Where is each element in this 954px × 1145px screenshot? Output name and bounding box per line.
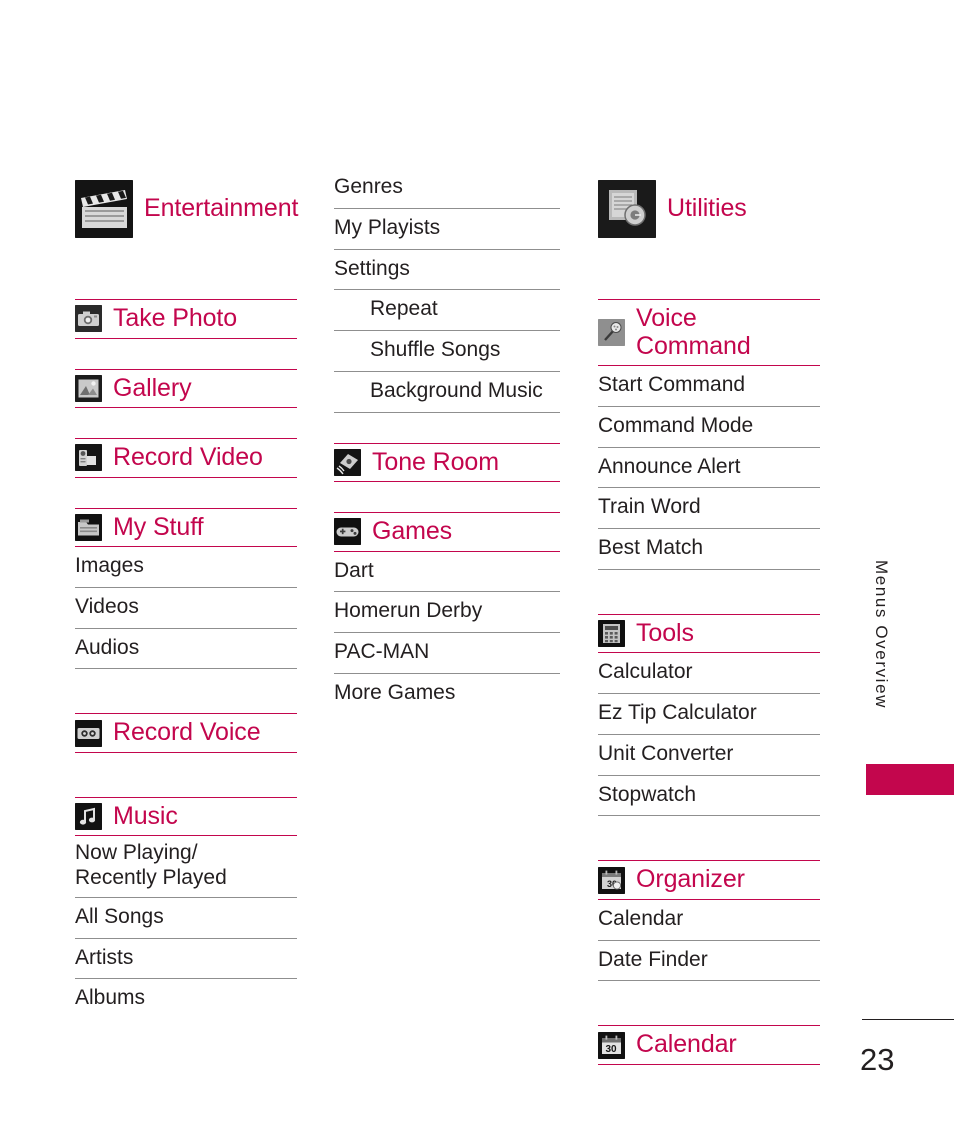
organizer-icon: 30 (598, 866, 625, 894)
section-title: Games (372, 517, 453, 546)
section-header-tone-room: Tone Room (334, 442, 560, 483)
list-item: Announce Alert (598, 448, 820, 489)
list-item: Unit Converter (598, 735, 820, 776)
utilities-icon (598, 180, 656, 238)
folder-icon (75, 513, 102, 541)
list-item: Repeat (334, 290, 560, 332)
section-thumb-label: Menus Overview (872, 560, 891, 709)
list-item: Start Command (598, 366, 820, 407)
list-item: Command Mode (598, 407, 820, 448)
section-title: Tone Room (372, 447, 499, 476)
music-note-icon (75, 803, 102, 831)
calculator-icon (598, 620, 625, 648)
tone-room-icon (334, 448, 361, 476)
section-title: Calendar (636, 1030, 737, 1059)
list-item: Calendar (598, 900, 820, 941)
section-title: Gallery (113, 373, 192, 402)
section-title: Voice Command (636, 304, 751, 360)
section-header-games: Games (334, 512, 560, 552)
section-title: Organizer (636, 865, 745, 894)
section-title: Tools (636, 618, 694, 647)
section-thumb-tab (866, 764, 954, 795)
list-item: Now Playing/ Recently Played (75, 836, 297, 898)
section-header-tools: Tools (598, 613, 820, 654)
section-title: My Stuff (113, 512, 204, 541)
camera-icon (75, 305, 102, 333)
column-middle: Genres My Playists Settings Repeat Shuff… (334, 168, 560, 714)
list-item: More Games (334, 680, 456, 704)
section-header-calendar: 30 Calendar (598, 1025, 820, 1065)
list-item: Settings (334, 250, 560, 291)
list-item: Stopwatch (598, 776, 820, 817)
section-header-music: Music (75, 796, 297, 837)
svg-text:30: 30 (606, 1044, 618, 1055)
column-left: Entertainment Take Photo Gallery Record … (75, 175, 299, 1019)
section-header-record-video: Record Video (75, 438, 297, 478)
list-item: Date Finder (598, 941, 820, 982)
list-item: Train Word (598, 488, 820, 530)
clapperboard-icon (75, 180, 133, 238)
list-item: Dart (334, 552, 560, 593)
gallery-icon (75, 374, 102, 402)
list-item: Albums (75, 986, 146, 1010)
list-item: Images (75, 547, 297, 588)
section-header-voice-command: Voice Command (598, 299, 820, 366)
section-header-gallery: Gallery (75, 368, 297, 408)
section-header-record-voice: Record Voice (75, 713, 297, 753)
section-header-organizer: 30 Organizer (598, 860, 820, 900)
section-title: Entertainment (144, 194, 299, 223)
gamepad-icon (334, 518, 361, 546)
section-header-take-photo: Take Photo (75, 299, 297, 339)
microphone-icon (598, 319, 625, 346)
section-title: Record Video (113, 443, 263, 471)
list-item: Genres (334, 168, 560, 209)
list-item: Videos (75, 588, 297, 629)
section-header-entertainment: Entertainment (75, 175, 299, 243)
section-title: Music (113, 801, 178, 830)
cassette-icon (75, 719, 102, 747)
list-item: Ez Tip Calculator (598, 694, 820, 735)
list-item: Best Match (598, 529, 820, 570)
section-title: Record Voice (113, 718, 261, 747)
list-item: Homerun Derby (334, 592, 560, 634)
camcorder-icon (75, 444, 102, 472)
section-title: Utilities (667, 194, 747, 223)
manual-page: Entertainment Take Photo Gallery Record … (0, 0, 954, 1145)
column-right: Utilities Voice Command Start Command Co… (598, 175, 820, 1065)
calendar-icon: 30 (598, 1031, 625, 1059)
list-item: All Songs (75, 898, 297, 939)
list-item: PAC-MAN (334, 633, 560, 674)
footer-divider (862, 1019, 954, 1020)
list-item: Shuffle Songs (334, 331, 560, 372)
page-number: 23 (860, 1042, 895, 1077)
list-item: Artists (75, 939, 297, 980)
section-header-my-stuff: My Stuff (75, 507, 297, 547)
section-header-utilities: Utilities (598, 175, 820, 243)
list-item: Calculator (598, 653, 820, 695)
list-item: Audios (75, 629, 297, 670)
section-title: Take Photo (113, 304, 238, 332)
list-item: My Playists (334, 209, 560, 250)
list-item: Background Music (334, 372, 560, 413)
